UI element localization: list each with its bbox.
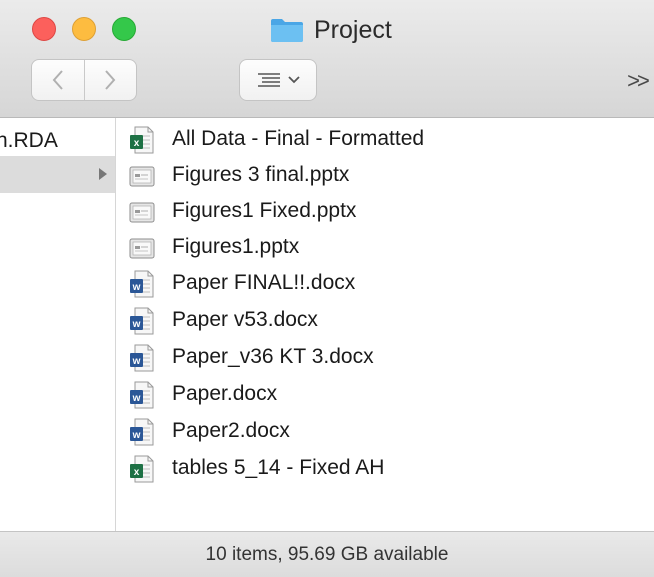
list-item[interactable]: w Paper FINAL!!.docx: [116, 266, 654, 302]
excel-icon: x: [129, 126, 155, 154]
file-name: Paper_v36 KT 3.docx: [172, 345, 374, 368]
folder-icon: [271, 19, 303, 42]
svg-text:w: w: [132, 356, 141, 367]
forward-button[interactable]: [83, 60, 137, 100]
chevron-down-icon: [288, 76, 300, 84]
svg-text:w: w: [132, 319, 141, 330]
word-icon: w: [129, 418, 155, 446]
minimize-button[interactable]: [72, 17, 96, 41]
parent-item-label: n.RDA: [0, 128, 58, 152]
word-icon: w: [129, 381, 155, 409]
svg-text:w: w: [132, 393, 141, 404]
list-item[interactable]: w Paper2.docx: [116, 414, 654, 450]
pptx-icon: [129, 162, 155, 190]
svg-text:w: w: [132, 430, 141, 441]
file-name: Paper FINAL!!.docx: [172, 271, 356, 294]
disclosure-arrow-icon: [99, 168, 107, 180]
parent-item[interactable]: n.RDA: [0, 122, 115, 159]
list-item[interactable]: Figures1 Fixed.pptx: [116, 194, 654, 230]
window-title: Project: [270, 14, 392, 46]
word-icon: w: [129, 344, 155, 372]
chevron-left-icon: [52, 70, 63, 90]
pptx-icon: [129, 234, 155, 262]
zoom-button[interactable]: [112, 17, 136, 41]
svg-text:w: w: [132, 282, 141, 293]
close-button[interactable]: [32, 17, 56, 41]
list-item[interactable]: Figures1.pptx: [116, 230, 654, 266]
word-icon: w: [129, 270, 155, 298]
list-view-icon: [258, 73, 280, 87]
file-list: x All Data - Final - Formatted Figures 3…: [116, 118, 654, 531]
toolbar-overflow-button[interactable]: >>: [622, 66, 652, 96]
chevron-right-icon: [105, 70, 116, 90]
status-text: 10 items, 95.69 GB available: [205, 543, 449, 565]
file-name: Figures1 Fixed.pptx: [172, 199, 357, 222]
svg-text:x: x: [134, 138, 140, 149]
list-item[interactable]: w Paper_v36 KT 3.docx: [116, 340, 654, 376]
nav-buttons: [31, 59, 137, 101]
excel-icon: x: [129, 455, 155, 483]
pptx-icon: [129, 198, 155, 226]
window-title-text: Project: [314, 15, 392, 44]
file-name: tables 5_14 - Fixed AH: [172, 456, 385, 479]
status-bar: 10 items, 95.69 GB available: [0, 531, 654, 577]
list-item[interactable]: w Paper.docx: [116, 377, 654, 413]
selected-folder-item[interactable]: [0, 156, 115, 193]
file-name: Paper2.docx: [172, 419, 290, 442]
list-item[interactable]: x All Data - Final - Formatted: [116, 122, 654, 158]
list-item[interactable]: w Paper v53.docx: [116, 303, 654, 339]
finder-window: Project >> n.RDA x All Data - Final - Fo…: [0, 0, 654, 577]
word-icon: w: [129, 307, 155, 335]
file-name: Paper v53.docx: [172, 308, 318, 331]
file-name: Figures 3 final.pptx: [172, 163, 350, 186]
file-name: Paper.docx: [172, 382, 278, 405]
list-item[interactable]: x tables 5_14 - Fixed AH: [116, 451, 654, 487]
list-item[interactable]: Figures 3 final.pptx: [116, 158, 654, 194]
back-button[interactable]: [32, 60, 84, 100]
toolbar: Project >>: [0, 0, 654, 118]
svg-text:x: x: [134, 467, 140, 478]
parent-column: n.RDA: [0, 118, 116, 531]
view-options-button[interactable]: [239, 59, 317, 101]
file-name: Figures1.pptx: [172, 235, 300, 258]
file-name: All Data - Final - Formatted: [172, 127, 425, 150]
